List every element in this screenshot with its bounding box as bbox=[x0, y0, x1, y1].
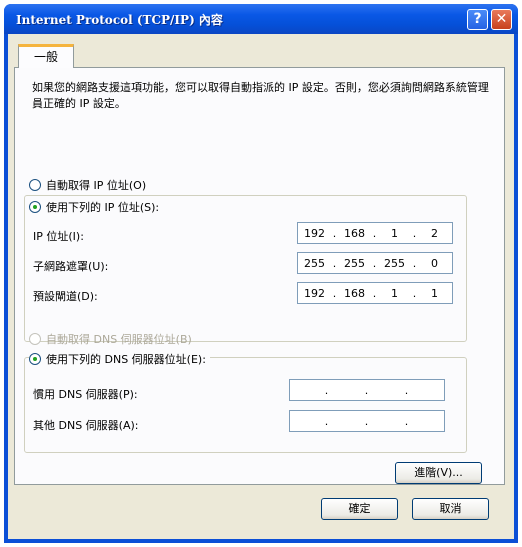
default-gateway-octet: 168 bbox=[344, 286, 365, 300]
subnet-mask-label: 子網路遮罩(U): bbox=[33, 260, 109, 273]
ip-address-field[interactable]: 192. 168. 1. 2 bbox=[297, 222, 453, 244]
subnet-mask-field[interactable]: 255. 255. 255. 0 bbox=[297, 252, 453, 274]
alternate-dns-label: 其他 DNS 伺服器(A): bbox=[33, 419, 139, 432]
advanced-button[interactable]: 進階(V)... bbox=[395, 462, 482, 484]
subnet-mask-octet: 255 bbox=[384, 256, 405, 270]
auto-ip-option[interactable]: 自動取得 IP 位址(O) bbox=[29, 177, 146, 193]
preferred-dns-field[interactable]: . . . bbox=[289, 379, 445, 401]
manual-ip-option[interactable]: 使用下列的 IP 位址(S): bbox=[29, 199, 164, 215]
subnet-mask-octet: 255 bbox=[344, 256, 365, 270]
manual-ip-radio[interactable] bbox=[29, 201, 41, 213]
preferred-dns-label: 慣用 DNS 伺服器(P): bbox=[33, 388, 138, 401]
ip-address-octet: 168 bbox=[344, 226, 365, 240]
tab-general[interactable]: 一般 bbox=[18, 44, 74, 68]
default-gateway-octet: 1 bbox=[391, 286, 398, 300]
subnet-mask-octet: 0 bbox=[431, 256, 438, 270]
general-tab-panel: 如果您的網路支援這項功能，您可以取得自動指派的 IP 設定。否則，您必須詢問網路… bbox=[14, 67, 505, 485]
default-gateway-octet: 192 bbox=[304, 286, 325, 300]
dialog-window: Internet Protocol (TCP/IP) 內容 ? ✕ 一般 如果您… bbox=[4, 4, 518, 543]
default-gateway-field[interactable]: 192. 168. 1. 1 bbox=[297, 282, 453, 304]
auto-ip-label: 自動取得 IP 位址(O) bbox=[46, 179, 147, 192]
ok-button[interactable]: 確定 bbox=[321, 498, 398, 520]
manual-dns-label: 使用下列的 DNS 伺服器位址(E): bbox=[46, 353, 206, 366]
auto-dns-label: 自動取得 DNS 伺服器位址(B) bbox=[46, 333, 192, 346]
window-title: Internet Protocol (TCP/IP) 內容 bbox=[16, 13, 223, 27]
default-gateway-octet: 1 bbox=[431, 286, 438, 300]
ip-address-octet: 192 bbox=[304, 226, 325, 240]
ip-address-octet: 2 bbox=[431, 226, 438, 240]
title-bar[interactable]: Internet Protocol (TCP/IP) 內容 ? ✕ bbox=[4, 4, 518, 34]
close-button[interactable]: ✕ bbox=[491, 9, 512, 30]
auto-ip-radio[interactable] bbox=[29, 179, 41, 191]
alternate-dns-field[interactable]: . . . bbox=[289, 410, 445, 432]
default-gateway-label: 預設閘道(D): bbox=[33, 290, 98, 303]
cancel-button[interactable]: 取消 bbox=[412, 498, 489, 520]
subnet-mask-octet: 255 bbox=[304, 256, 325, 270]
dialog-body: 一般 如果您的網路支援這項功能，您可以取得自動指派的 IP 設定。否則，您必須詢… bbox=[8, 34, 514, 539]
auto-dns-radio[interactable] bbox=[29, 333, 41, 345]
manual-dns-radio[interactable] bbox=[29, 353, 41, 365]
description-text: 如果您的網路支援這項功能，您可以取得自動指派的 IP 設定。否則，您必須詢問網路… bbox=[32, 81, 489, 110]
manual-ip-label: 使用下列的 IP 位址(S): bbox=[46, 201, 160, 214]
help-button[interactable]: ? bbox=[467, 9, 488, 30]
auto-dns-option[interactable]: 自動取得 DNS 伺服器位址(B) bbox=[29, 331, 192, 347]
ip-address-octet: 1 bbox=[391, 226, 398, 240]
manual-dns-option[interactable]: 使用下列的 DNS 伺服器位址(E): bbox=[29, 351, 210, 367]
dns-settings-group bbox=[24, 357, 467, 453]
ip-address-label: IP 位址(I): bbox=[33, 230, 84, 243]
